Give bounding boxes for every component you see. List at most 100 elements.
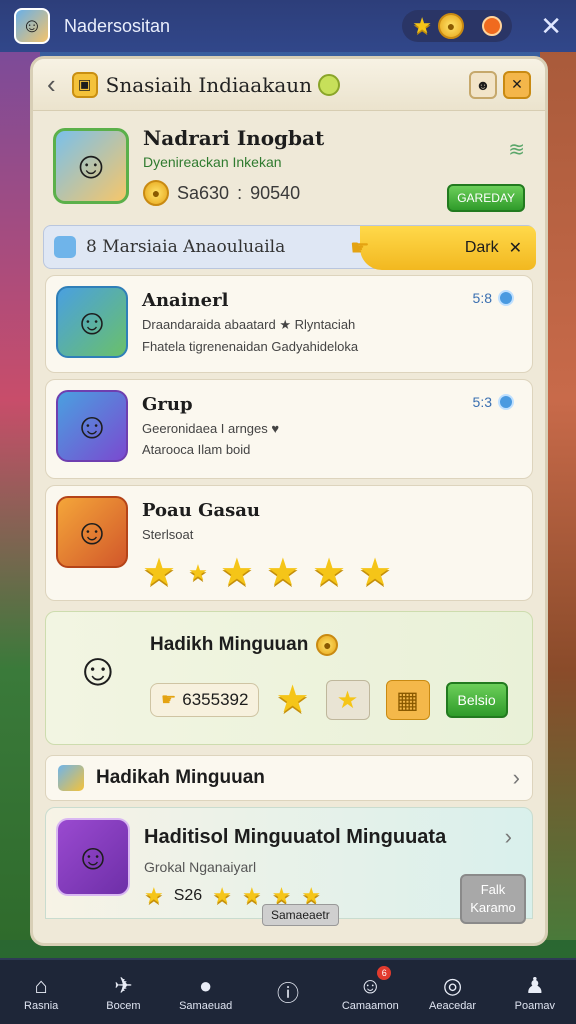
list-item[interactable]: ☺ Grup Geeronidaea I arnges ♥ Atarooca I… xyxy=(45,379,533,479)
card-title: Anainerl xyxy=(142,290,229,311)
nav-label: Samaeuad xyxy=(179,1000,233,1012)
nav-info[interactable]: ⓘ xyxy=(253,978,323,1006)
list-item[interactable]: ☺ Anainerl Draandaraida abaatard ★ Rlynt… xyxy=(45,275,533,373)
notification-icon xyxy=(482,16,503,36)
player-avatar[interactable]: ☺ xyxy=(14,8,50,44)
section-icon xyxy=(54,236,76,258)
card-title: Poau Gasau xyxy=(142,500,260,521)
star-icon: ★ xyxy=(412,13,432,38)
star-row: ★ ★ ★ ★ ★ ★ xyxy=(142,554,522,592)
person-icon: ● xyxy=(199,973,213,998)
list-item[interactable]: ☺ Poau Gasau Sterlsoat ★ ★ ★ ★ ★ ★ xyxy=(45,485,533,601)
info-icon xyxy=(498,394,514,410)
card-avatar: ☺ xyxy=(56,286,128,358)
star-icon: ★ xyxy=(142,552,177,594)
profile-avatar[interactable]: ☺ xyxy=(53,128,129,204)
gift-icon: ▣ xyxy=(71,71,98,98)
card-avatar: ☺ xyxy=(56,390,128,462)
card-meta: 5:3 xyxy=(473,394,514,410)
close-button[interactable]: ✕ xyxy=(540,11,562,42)
score-separator: : xyxy=(237,182,243,203)
wave-icon: ≋ xyxy=(508,139,525,161)
card-title: Grup xyxy=(142,394,193,415)
star-icon: ★ xyxy=(241,883,262,908)
currency-display[interactable]: ★ ● xyxy=(402,10,513,42)
target-icon: ◎ xyxy=(442,973,463,998)
star-icon: ★ xyxy=(188,560,208,585)
bottom-nav: ⌂ Rasnia ✈ Bocem ● Samaeuad ⓘ ☺ 6 Camaam… xyxy=(0,958,576,1024)
plane-icon: ✈ xyxy=(114,973,133,998)
nav-target[interactable]: ◎ Aeacedar xyxy=(418,972,488,1012)
home-icon: ⌂ xyxy=(34,973,48,998)
coin-icon: ● xyxy=(437,13,464,39)
star-box-icon[interactable]: ★ xyxy=(325,680,370,720)
weekly-count: ☛ 6355392 xyxy=(150,683,260,717)
bottom-card-avatar: ☺ xyxy=(56,818,130,896)
card-line: Geeronidaea I arnges ♥ xyxy=(142,421,280,436)
card-line: Sterlsoat xyxy=(142,527,194,542)
star-icon: ★ xyxy=(358,552,393,594)
claim-button[interactable]: Belsio xyxy=(445,682,508,718)
filter-pill[interactable]: ☛ Dark ✕ xyxy=(350,226,536,270)
weekly-count-value: 6355392 xyxy=(182,690,249,709)
nav-label: Aeacedar xyxy=(429,1000,477,1012)
card-avatar: ☺ xyxy=(56,496,128,568)
nav-label: Poamav xyxy=(514,1000,555,1012)
garden-button[interactable]: GAREDAY xyxy=(447,184,525,212)
main-panel: ‹ ▣ Snasiaih Indiaakaun ☻ ✕ ☺ Nadrari In… xyxy=(30,56,548,946)
section-header: 8 Marsiaia Anaouluaila ☛ Dark ✕ xyxy=(43,225,536,270)
star-icon: ★ xyxy=(311,552,347,594)
filter-label: Dark xyxy=(464,239,499,256)
card-meta-value: 5:8 xyxy=(472,290,492,306)
star-icon: ★ xyxy=(275,679,310,721)
page-title: Snasiaih Indiaakaun xyxy=(105,72,313,97)
nav-label: Bocem xyxy=(106,1000,141,1012)
hand-icon: ☛ xyxy=(350,235,370,260)
star-icon: ★ xyxy=(212,883,232,908)
panel-header: ‹ ▣ Snasiaih Indiaakaun ☻ ✕ xyxy=(33,59,545,111)
bag-icon[interactable]: ▦ xyxy=(385,680,430,720)
card-line: Draandaraida abaatard ★ Rlyntaciah xyxy=(142,317,356,332)
nav-label: Rasnia xyxy=(24,1000,59,1012)
back-button[interactable]: ‹ xyxy=(47,69,56,100)
card-line: Fhatela tigrenenaidan Gadyahideloka xyxy=(142,339,359,354)
weekly-character: ☺ xyxy=(74,643,122,695)
card-meta-value: 5:3 xyxy=(472,394,492,410)
card-line: Atarooca Ilam boid xyxy=(142,442,251,457)
star-icon: ★ xyxy=(144,883,164,908)
calendar-icon xyxy=(58,765,84,791)
profile-card: ☺ Nadrari Inogbat Dyenireackan Inkekan ●… xyxy=(43,117,535,215)
bottom-tag: Samaeaetr xyxy=(262,904,339,926)
badge-icon xyxy=(318,73,341,96)
bottom-card-subtitle: Grokal Nganaiyarl xyxy=(144,859,257,875)
weekly-row-link[interactable]: Hadikah Minguuan › xyxy=(45,755,533,801)
nav-profile[interactable]: ♟ Poamav xyxy=(500,972,570,1012)
chevron-right-icon: › xyxy=(512,765,520,790)
info-icon: ⓘ xyxy=(276,981,299,1006)
bottom-card[interactable]: ☺ Haditisol Minguuatol Minguuata Grokal … xyxy=(45,807,533,926)
notification-badge: 6 xyxy=(377,966,392,980)
fall-button[interactable]: Falk Karamo xyxy=(460,874,526,924)
app-title: Nadersositan xyxy=(64,15,171,36)
profile-icon: ♟ xyxy=(524,973,545,998)
row-link-label: Hadikah Minguuan xyxy=(96,767,265,788)
card-meta: 5:8 xyxy=(473,290,514,306)
star-icon: ★ xyxy=(219,552,254,594)
coin-icon: ● xyxy=(143,180,169,206)
score-right: 90540 xyxy=(250,182,301,203)
nav-person[interactable]: ● Samaeuad xyxy=(171,972,241,1012)
close-panel-button[interactable]: ✕ xyxy=(503,70,531,99)
info-icon xyxy=(498,290,514,306)
nav-home[interactable]: ⌂ Rasnia xyxy=(6,972,76,1012)
nav-flights[interactable]: ✈ Bocem xyxy=(88,972,158,1012)
hand-icon: ☛ xyxy=(161,690,177,709)
chevron-right-icon: › xyxy=(504,824,512,849)
section-title: 8 Marsiaia Anaouluaila xyxy=(86,237,286,257)
nav-chat[interactable]: ☺ 6 Camaamon xyxy=(335,966,405,1012)
filter-close-icon[interactable]: ✕ xyxy=(509,238,522,258)
nav-label: Camaamon xyxy=(341,1000,399,1012)
coin-icon: ● xyxy=(316,634,339,656)
friend-avatar-button[interactable]: ☻ xyxy=(469,70,497,99)
weekly-title: Hadikh Minguuan xyxy=(150,634,309,655)
bottom-card-count: S26 xyxy=(173,887,203,904)
